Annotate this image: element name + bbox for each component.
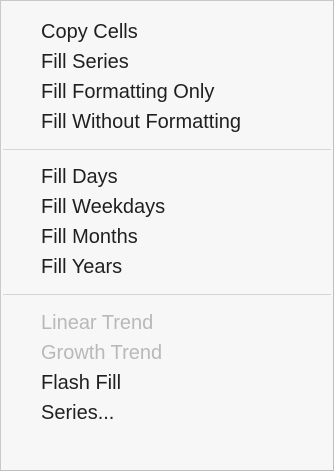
menu-section-trends: Linear Trend Growth Trend Flash Fill Ser… xyxy=(1,295,333,428)
menu-item-fill-days[interactable]: Fill Days xyxy=(1,162,333,192)
menu-item-linear-trend: Linear Trend xyxy=(41,312,154,334)
menu-item-fill-weekdays[interactable]: Fill Weekdays xyxy=(1,192,333,222)
autofill-options-menu: Copy Cells Fill Series Fill Formatting O… xyxy=(0,0,334,471)
menu-item-series[interactable]: Series... xyxy=(1,398,333,428)
menu-item-flash-fill[interactable]: Flash Fill xyxy=(1,368,333,398)
menu-item-fill-formatting-only[interactable]: Fill Formatting Only xyxy=(1,77,333,107)
menu-item-fill-series[interactable]: Fill Series xyxy=(1,47,333,77)
menu-item-fill-months[interactable]: Fill Months xyxy=(1,222,333,252)
menu-section-copy-fill: Copy Cells Fill Series Fill Formatting O… xyxy=(1,1,333,137)
menu-item-fill-years[interactable]: Fill Years xyxy=(1,252,333,282)
menu-item-fill-without-formatting[interactable]: Fill Without Formatting xyxy=(1,107,333,137)
menu-section-date-fill: Fill Days Fill Weekdays Fill Months Fill… xyxy=(1,150,333,282)
menu-item-growth-trend: Growth Trend xyxy=(41,342,163,364)
menu-item-copy-cells[interactable]: Copy Cells xyxy=(1,17,333,47)
